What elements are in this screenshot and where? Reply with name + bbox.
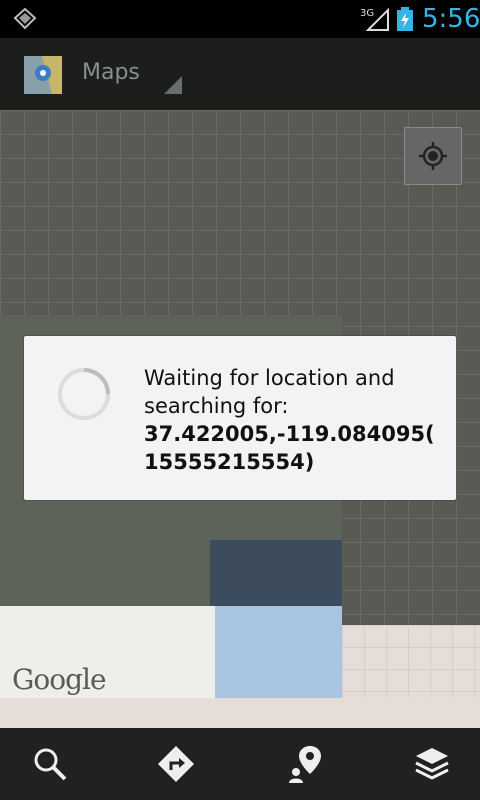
action-bar: Maps (0, 38, 480, 110)
places-button[interactable] (284, 742, 328, 786)
signal-3g-icon: 3G (360, 7, 389, 31)
places-icon (289, 746, 321, 783)
dialog-message-text: Waiting for location and searching for: (144, 366, 395, 418)
app-title[interactable]: Maps (82, 60, 140, 85)
google-attribution: Google (12, 663, 107, 696)
dialog-message: Waiting for location and searching for: … (144, 364, 444, 476)
status-clock: 5:56 (422, 4, 480, 34)
map-tile-grid (342, 625, 480, 698)
svg-text:3G: 3G (360, 8, 374, 19)
my-location-icon (419, 142, 447, 170)
directions-button[interactable] (154, 742, 198, 786)
status-bar: 3G 5:56 (0, 0, 480, 38)
search-icon (34, 748, 67, 781)
layers-icon (415, 748, 449, 780)
dropdown-caret-icon[interactable] (164, 76, 182, 94)
notification-icon (13, 7, 37, 30)
map-land-strip (0, 698, 480, 728)
bottom-action-bar (0, 728, 480, 800)
progress-dialog: Waiting for location and searching for: … (24, 336, 456, 500)
dialog-query-line2: 15555215554) (144, 450, 315, 474)
my-location-button[interactable] (404, 127, 462, 185)
battery-charging-icon (397, 7, 413, 31)
dialog-query-line1: 37.422005,-119.084095( (144, 422, 435, 446)
layers-button[interactable] (410, 742, 454, 786)
directions-icon (158, 746, 194, 782)
loading-spinner-icon (58, 368, 110, 420)
maps-app-icon[interactable] (22, 54, 64, 96)
search-button[interactable] (28, 742, 72, 786)
